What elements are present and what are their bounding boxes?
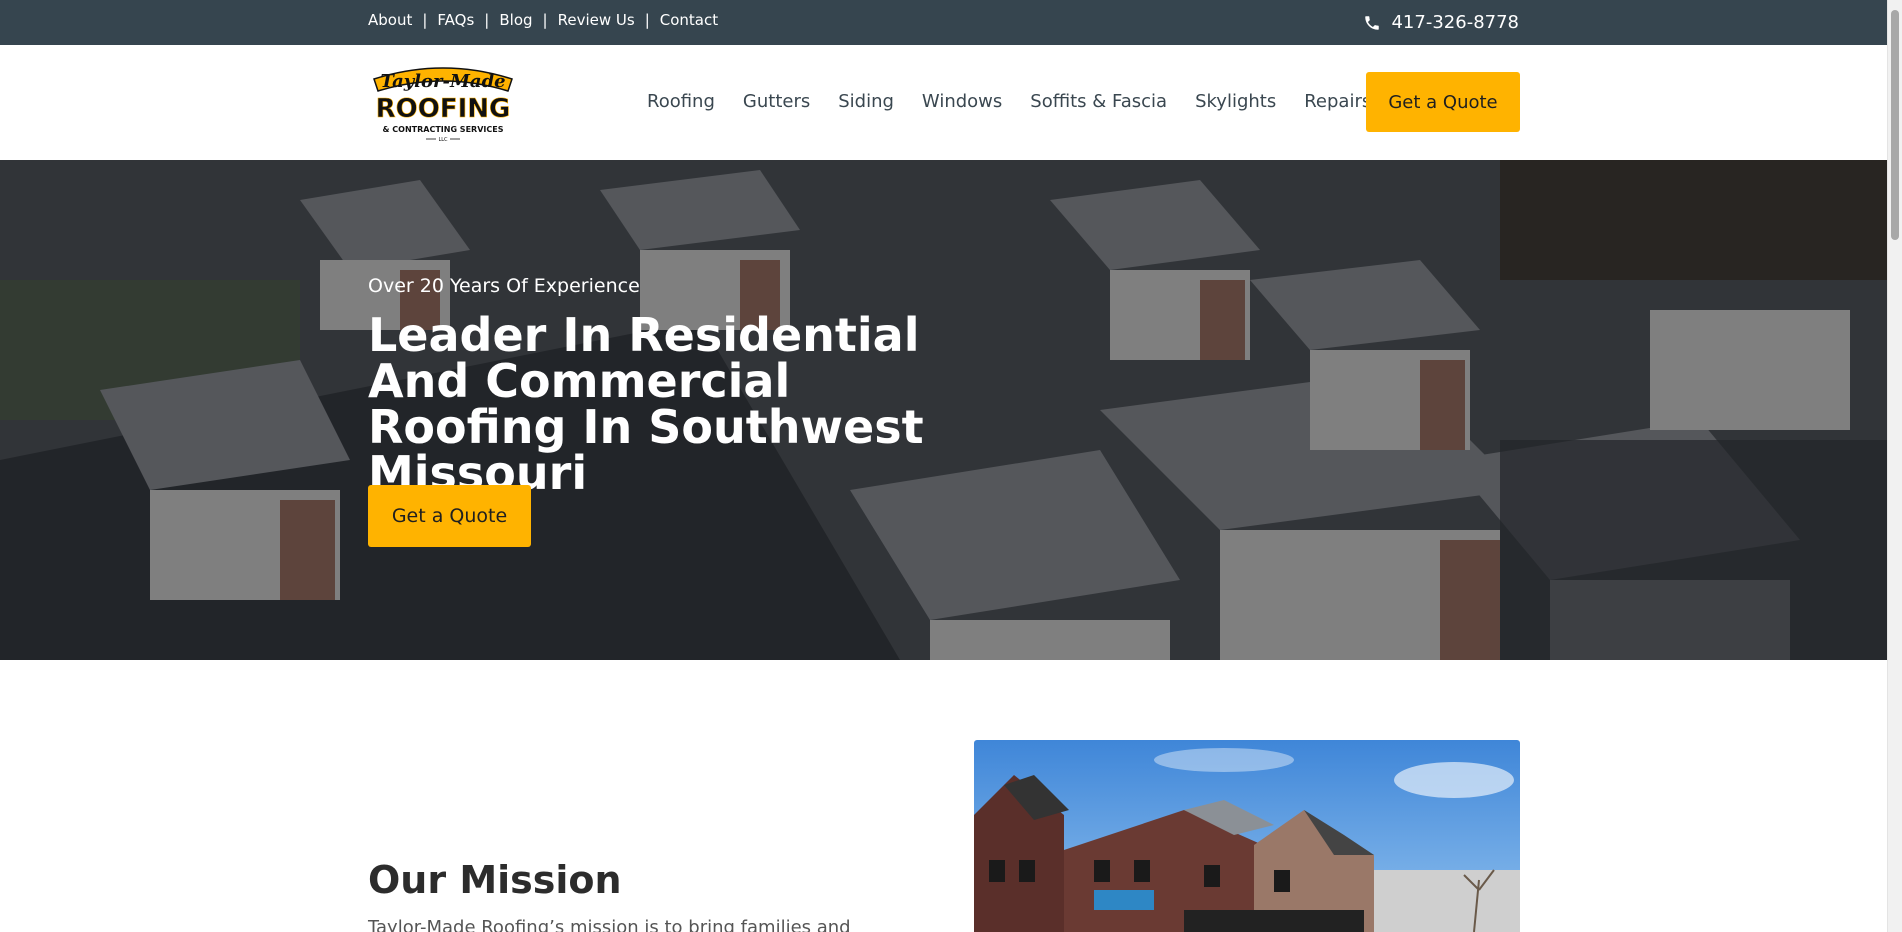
page-scrollbar[interactable] bbox=[1887, 0, 1902, 932]
nav-skylights[interactable]: Skylights bbox=[1195, 91, 1276, 112]
top-link-faqs[interactable]: FAQs bbox=[437, 11, 474, 29]
top-links: About | FAQs | Blog | Review Us | Contac… bbox=[368, 11, 718, 29]
scrollbar-thumb[interactable] bbox=[1891, 10, 1899, 240]
hero-section: Over 20 Years Of Experience Leader In Re… bbox=[0, 160, 1887, 660]
main-nav: Roofing Gutters Siding Windows Soffits &… bbox=[647, 91, 1399, 112]
top-bar: About | FAQs | Blog | Review Us | Contac… bbox=[0, 0, 1887, 45]
site-header: Taylor-Made ROOFING & CONTRACTING SERVIC… bbox=[0, 45, 1887, 160]
nav-repairs[interactable]: Repairs bbox=[1304, 91, 1371, 112]
top-link-about[interactable]: About bbox=[368, 11, 412, 29]
mission-heading: Our Mission bbox=[368, 858, 622, 902]
nav-siding[interactable]: Siding bbox=[838, 91, 894, 112]
logo-line2: ROOFING bbox=[376, 94, 511, 124]
hero-kicker: Over 20 Years Of Experience bbox=[368, 275, 640, 297]
phone-number: 417-326-8778 bbox=[1391, 12, 1519, 33]
nav-soffits-fascia[interactable]: Soffits & Fascia bbox=[1030, 91, 1167, 112]
separator: | bbox=[422, 11, 428, 29]
company-logo[interactable]: Taylor-Made ROOFING & CONTRACTING SERVIC… bbox=[368, 59, 518, 147]
phone-icon bbox=[1365, 15, 1380, 30]
hero-get-quote-button[interactable]: Get a Quote bbox=[368, 485, 531, 547]
logo-line4: LLC bbox=[438, 137, 448, 143]
mission-text: Taylor-Made Roofing’s mission is to brin… bbox=[368, 917, 851, 932]
top-link-contact[interactable]: Contact bbox=[660, 11, 718, 29]
logo-line3: & CONTRACTING SERVICES bbox=[383, 125, 504, 134]
separator: | bbox=[644, 11, 650, 29]
logo-line1: Taylor-Made bbox=[380, 71, 505, 92]
nav-windows[interactable]: Windows bbox=[922, 91, 1002, 112]
nav-gutters[interactable]: Gutters bbox=[743, 91, 810, 112]
top-link-blog[interactable]: Blog bbox=[499, 11, 532, 29]
phone-link[interactable]: 417-326-8778 bbox=[1363, 12, 1519, 33]
header-get-quote-button[interactable]: Get a Quote bbox=[1366, 72, 1520, 132]
hero-title: Leader In Residential And Commercial Roo… bbox=[368, 308, 924, 500]
mission-photo bbox=[974, 740, 1520, 932]
separator: | bbox=[542, 11, 548, 29]
separator: | bbox=[484, 11, 490, 29]
nav-roofing[interactable]: Roofing bbox=[647, 91, 715, 112]
top-link-review-us[interactable]: Review Us bbox=[558, 11, 635, 29]
